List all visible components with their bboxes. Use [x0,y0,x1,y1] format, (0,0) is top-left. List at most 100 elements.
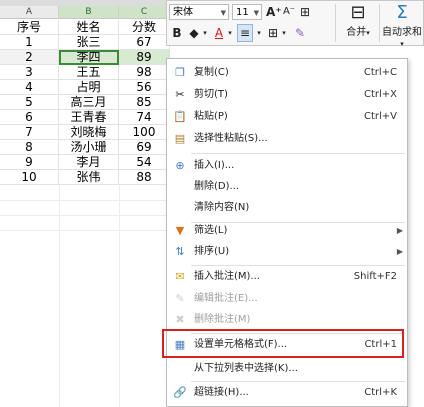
table-row: 1 张三 67 [0,35,170,50]
cell-name[interactable]: 张三 [59,35,119,50]
menu-item-label: 从下拉列表中选择(K)... [194,363,298,374]
cell-score[interactable]: 88 [119,170,170,185]
delete-comment-icon: ✖ [175,313,185,326]
cell-score[interactable]: 56 [119,80,170,95]
menu-item-label: 粘贴(P) [194,111,228,122]
menu-divider [191,153,405,154]
table-row: 8 汤小珊 69 [0,140,170,155]
merge-button[interactable]: ⊟ 合并▾ [338,3,378,39]
cell-score[interactable]: 98 [119,65,170,80]
menu-item-insert-comment[interactable]: ✉ 插入批注(M)... Shift+F2 [167,267,407,287]
annotation-highlight-box [162,329,404,358]
menu-item-paste-special[interactable]: ▤ 选择性粘贴(S)... [167,129,407,149]
border-icon[interactable]: ⊞ [299,4,311,20]
menu-item-delete-comment[interactable]: ✖ 删除批注(M) [167,310,407,330]
menu-item-label: 删除批注(M) [194,314,251,325]
cell-index[interactable]: 1 [0,35,59,50]
insert-icon: ⊕ [175,159,185,172]
menu-item-cut[interactable]: ✂ 剪切(T) Ctrl+X [167,85,407,105]
table-row-selected: 2 李四 89 [0,50,170,65]
cell-header-score[interactable]: 分数 [119,20,170,35]
menu-item-label: 超链接(H)... [194,387,249,398]
menu-item-edit-comment[interactable]: ✎ 编辑批注(E)... [167,289,407,309]
menu-item-delete[interactable]: 删除(D)... [167,177,407,197]
cell-score[interactable]: 69 [119,140,170,155]
align-center-icon[interactable]: ≡ [237,24,253,42]
paste-special-icon: ▤ [174,132,186,145]
cell-index[interactable]: 5 [0,95,59,110]
cell-score[interactable]: 54 [119,155,170,170]
fill-color-icon[interactable]: ◆ [187,25,201,41]
column-header-c[interactable]: C [119,6,170,19]
menu-item-clear-contents[interactable]: 清除内容(N) [167,198,407,218]
cell-name[interactable]: 李四 [59,50,119,65]
cell-index[interactable]: 10 [0,170,59,185]
grow-font-button[interactable]: A⁺ [266,4,282,20]
cell-index[interactable]: 3 [0,65,59,80]
column-header-a[interactable]: A [0,6,59,19]
grid-line [59,185,60,407]
font-size-select[interactable]: 11 ▼ [232,4,262,20]
cell-index[interactable]: 6 [0,110,59,125]
menu-item-label: 选择性粘贴(S)... [194,133,268,144]
font-name-value: 宋体 [173,7,193,18]
cell-name[interactable]: 王五 [59,65,119,80]
cell-score[interactable]: 85 [119,95,170,110]
cell-name[interactable]: 高三月 [59,95,119,110]
menu-item-shortcut: Shift+F2 [353,271,397,282]
cell-score[interactable]: 74 [119,110,170,125]
cell-index[interactable]: 4 [0,80,59,95]
grid-line [119,185,120,407]
cell-index[interactable]: 8 [0,140,59,155]
chevron-down-icon[interactable]: ▾ [225,25,235,41]
menu-item-pick-from-list[interactable]: 从下拉列表中选择(K)... [167,359,407,379]
cell-name[interactable]: 刘晓梅 [59,125,119,140]
menu-item-label: 筛选(L) [194,225,228,236]
cell-name[interactable]: 李月 [59,155,119,170]
cell-name[interactable]: 占明 [59,80,119,95]
shrink-font-button[interactable]: A⁻ [282,4,296,20]
cell-header-index[interactable]: 序号 [0,20,59,35]
cell-index[interactable]: 2 [0,50,59,65]
chevron-right-icon: ▶ [396,226,403,235]
toolbar-divider [335,4,336,42]
comment-icon: ✉ [175,270,185,283]
autosum-button[interactable]: Σ 自动求和▾ [381,3,423,49]
hyperlink-icon: 🔗 [173,386,187,399]
border-icon[interactable]: ⊞ [266,25,280,41]
column-header-b[interactable]: B [59,6,119,19]
menu-item-paste[interactable]: 📋 粘贴(P) Ctrl+V [167,107,407,127]
chevron-down-icon[interactable]: ▾ [279,25,289,41]
chevron-down-icon: ▼ [220,9,226,17]
cell-index[interactable]: 7 [0,125,59,140]
menu-item-hyperlink[interactable]: 🔗 超链接(H)... Ctrl+K [167,383,407,403]
cell-name[interactable]: 汤小珊 [59,140,119,155]
menu-item-sort[interactable]: ⇅ 排序(U) ▶ [167,242,407,262]
cell-name[interactable]: 王青春 [59,110,119,125]
cell-score[interactable]: 89 [119,50,170,65]
menu-item-filter[interactable]: ▼ 筛选(L) ▶ [167,221,407,241]
table-row: 9 李月 54 [0,155,170,170]
format-painter-icon[interactable]: ✎ [293,25,307,41]
font-color-button[interactable]: A [212,25,226,41]
cell-index[interactable]: 9 [0,155,59,170]
bold-button[interactable]: B [171,25,183,41]
menu-item-shortcut: Ctrl+K [364,387,397,398]
menu-item-label: 复制(C) [194,67,229,78]
font-name-select[interactable]: 宋体 ▼ [169,4,229,20]
menu-item-copy[interactable]: ❐ 复制(C) Ctrl+C [167,63,407,83]
menu-item-label: 编辑批注(E)... [194,293,258,304]
cell-score[interactable]: 100 [119,125,170,140]
chevron-down-icon[interactable]: ▾ [200,25,210,41]
menu-item-shortcut: Ctrl+V [363,111,397,122]
table-row: 5 高三月 85 [0,95,170,110]
menu-item-label: 插入批注(M)... [194,271,260,282]
menu-item-label: 剪切(T) [194,89,228,100]
cell-score[interactable]: 67 [119,35,170,50]
chevron-down-icon[interactable]: ▾ [254,25,264,41]
cell-name[interactable]: 张伟 [59,170,119,185]
autosum-label: 自动求和 [382,27,422,38]
cell-header-name[interactable]: 姓名 [59,20,119,35]
menu-item-insert[interactable]: ⊕ 插入(I)... [167,156,407,176]
grid-line [0,200,166,201]
